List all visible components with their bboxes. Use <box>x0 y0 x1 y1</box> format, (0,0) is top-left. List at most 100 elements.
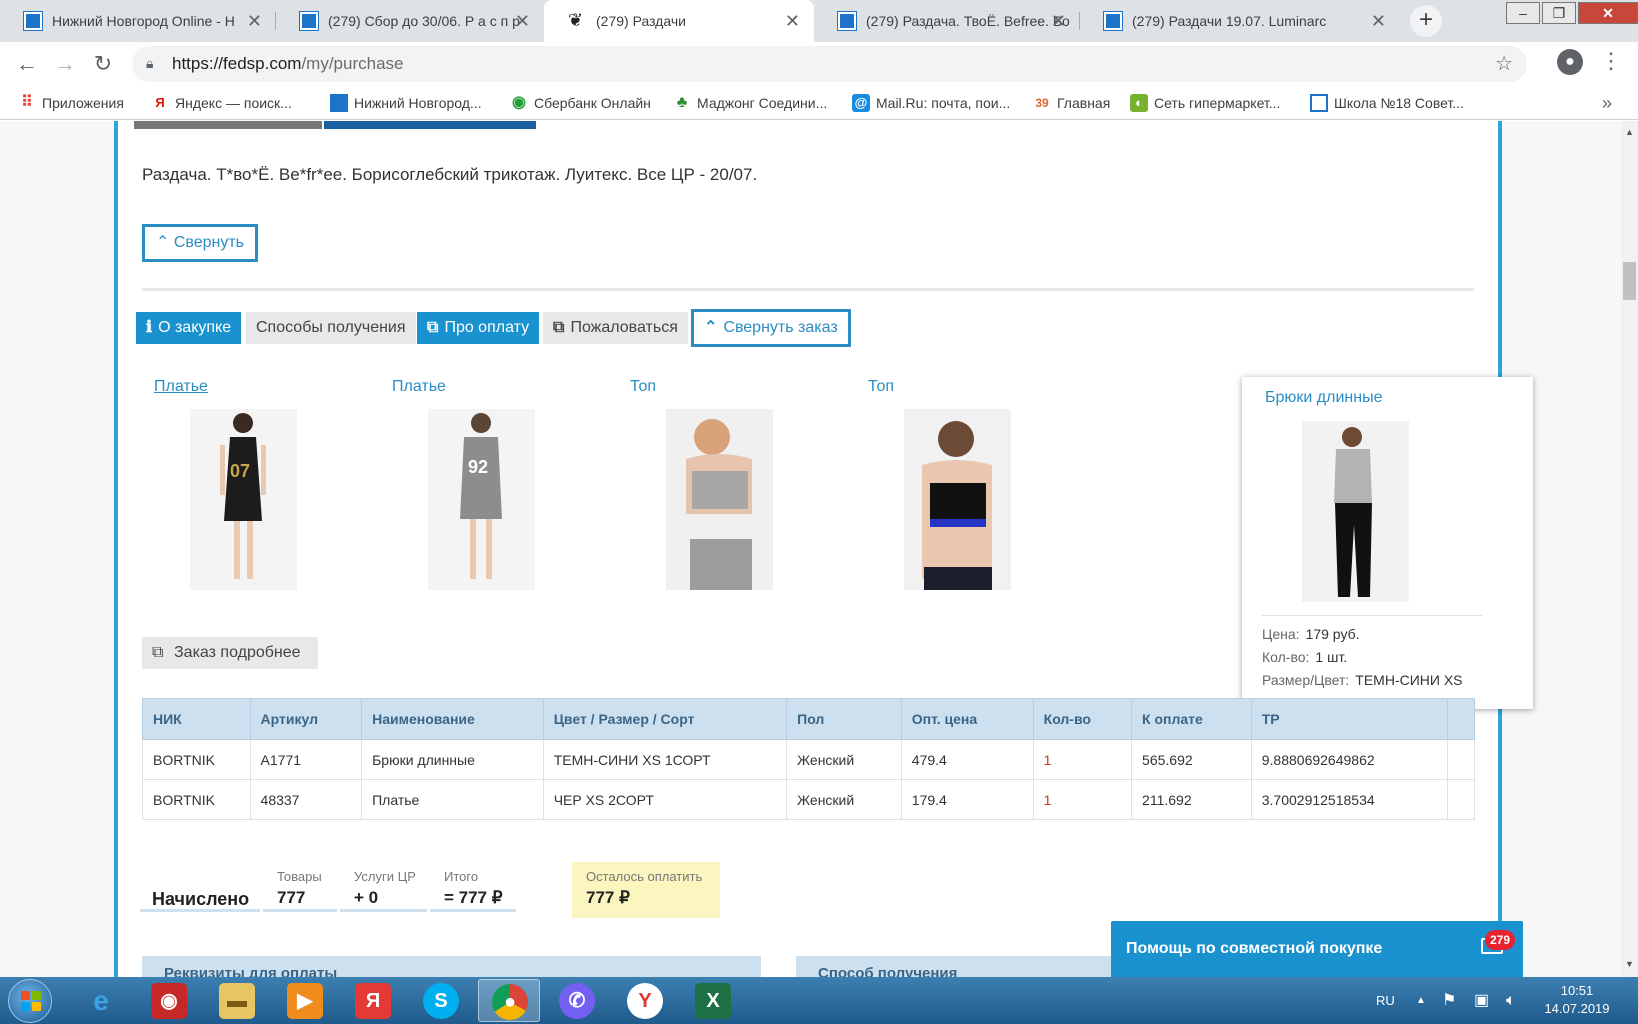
profile-avatar-icon[interactable]: ● <box>1557 49 1583 75</box>
bookmark-school[interactable]: Школа №18 Совет... <box>1310 86 1464 120</box>
column-header[interactable]: Артикул <box>249 698 363 740</box>
address-bar[interactable]: 🔒︎ https://fedsp.com/my/purchase ☆ <box>132 46 1527 82</box>
product-photo[interactable]: 92 <box>428 409 535 590</box>
complain-label: Пожаловаться <box>570 319 678 336</box>
action-center-flag-icon[interactable]: ⚑ <box>1442 977 1456 1024</box>
product-photo[interactable] <box>904 409 1011 590</box>
page-viewport: Раздача. Т*во*Ё. Be*fr*ee. Борисоглебски… <box>0 121 1638 977</box>
product-name-link[interactable]: Топ <box>856 375 1096 399</box>
bookmark-hypermarket[interactable]: ◐ Сеть гипермаркет... <box>1130 86 1280 120</box>
taskbar-yandex-browser[interactable]: Y <box>614 979 676 1022</box>
product-card[interactable]: Топ <box>856 375 1096 590</box>
close-tab-icon[interactable]: ✕ <box>1051 0 1066 42</box>
product-name-link[interactable]: Топ <box>618 375 858 399</box>
start-button[interactable] <box>8 979 52 1023</box>
cell-article: A1771 <box>249 739 363 780</box>
column-header[interactable]: Наименование <box>361 698 544 740</box>
column-header[interactable]: Пол <box>786 698 902 740</box>
table-header-row: НИК Артикул Наименование Цвет / Размер /… <box>142 698 1476 740</box>
close-window-button[interactable]: ✕ <box>1578 2 1638 24</box>
column-header[interactable]: ТР <box>1250 698 1448 740</box>
language-indicator[interactable]: RU <box>1376 977 1395 1024</box>
back-arrow-icon[interactable]: ← <box>12 49 42 79</box>
cell-tr: 3.7002912518534 <box>1250 779 1448 820</box>
paw-favicon-icon: ❦ <box>568 10 584 30</box>
forward-arrow-icon[interactable]: → <box>50 49 80 79</box>
browser-tab-active[interactable]: ❦ (279) Раздачи ✕ <box>544 0 814 42</box>
product-card[interactable]: Топ <box>618 375 858 590</box>
taskbar-ie[interactable]: e <box>70 979 132 1022</box>
product-card[interactable]: Платье 92 <box>380 375 620 590</box>
taskbar-player[interactable]: ▶ <box>274 979 336 1022</box>
product-name-link[interactable]: Платье <box>142 375 382 399</box>
bookmark-yandex[interactable]: Я Яндекс — поиск... <box>151 86 292 120</box>
close-tab-icon[interactable]: ✕ <box>247 0 262 42</box>
menu-kebab-icon[interactable]: ⋮ <box>1600 48 1622 74</box>
tab-strip-fragment <box>324 121 536 129</box>
scroll-down-icon[interactable]: ▼ <box>1625 959 1634 969</box>
taskbar-yandex[interactable]: Я <box>342 979 404 1022</box>
taskbar-skype[interactable]: S <box>410 979 472 1022</box>
popup-price-row: Цена: 179 руб. <box>1262 626 1360 642</box>
system-clock[interactable]: 10:51 14.07.2019 <box>1540 982 1614 1018</box>
taskbar-app-red[interactable]: ◉ <box>138 979 200 1022</box>
url-text[interactable]: https://fedsp.com/my/purchase <box>172 46 404 82</box>
scroll-thumb[interactable] <box>1623 262 1636 300</box>
qty-label: Кол-во: <box>1262 649 1310 665</box>
help-widget[interactable]: Помощь по совместной покупке 279 <box>1111 921 1523 977</box>
browser-tab[interactable]: (279) Раздачи 19.07. Luminarc ✕ <box>1080 0 1400 42</box>
column-header[interactable]: Опт. цена <box>900 698 1034 740</box>
page-scrollbar[interactable]: ▲ ▼ <box>1621 121 1638 977</box>
new-tab-button[interactable]: + <box>1410 5 1442 37</box>
close-tab-icon[interactable]: ✕ <box>785 0 800 42</box>
bookmark-mahjong[interactable]: ♣ Маджонг Соедини... <box>673 86 828 120</box>
complain-button[interactable]: ⧉ Пожаловаться <box>543 312 688 344</box>
bookmark-main[interactable]: 39 Главная <box>1033 86 1110 120</box>
delivery-panel-header[interactable]: Способ получения <box>796 956 1116 977</box>
payment-info-button[interactable]: ⧉ Про оплату <box>417 312 540 344</box>
product-photo[interactable]: 07 <box>190 409 297 590</box>
column-header[interactable]: Кол-во <box>1032 698 1133 740</box>
bookmark-nn[interactable]: Нижний Новгород... <box>330 86 482 120</box>
bookmark-mailru[interactable]: @ Mail.Ru: почта, пои... <box>852 86 1010 120</box>
browser-tab[interactable]: (279) Сбор до 30/06. Р а с п р ✕ <box>276 0 544 42</box>
maximize-button[interactable]: ❐ <box>1542 2 1576 24</box>
requisites-panel-header[interactable]: Реквизиты для оплаты <box>142 956 761 977</box>
collapse-order-button[interactable]: ⌃ Свернуть заказ <box>691 309 851 347</box>
bookmarks-more-button[interactable]: » <box>1602 86 1612 120</box>
reload-icon[interactable]: ↻ <box>88 49 118 79</box>
minimize-button[interactable]: – <box>1506 2 1540 24</box>
bookmark-star-icon[interactable]: ☆ <box>1495 46 1513 82</box>
cell-color-size: ТЕМН-СИНИ XS 1СОРТ <box>542 739 788 780</box>
about-purchase-button[interactable]: ℹ О закупке <box>136 312 242 344</box>
taskbar-chrome[interactable]: ● <box>478 979 540 1022</box>
scroll-up-icon[interactable]: ▲ <box>1625 127 1634 137</box>
delivery-methods-button[interactable]: Способы получения <box>246 312 416 344</box>
browser-tab[interactable]: (279) Раздача. ТвоЁ. Befree. Бо ✕ <box>814 0 1080 42</box>
close-tab-icon[interactable]: ✕ <box>1371 0 1386 42</box>
popup-divider <box>1262 615 1482 616</box>
product-photo[interactable] <box>1302 421 1409 602</box>
order-details-button[interactable]: ⧉ Заказ подробнее <box>142 637 318 669</box>
close-tab-icon[interactable]: ✕ <box>515 0 530 42</box>
taskbar-excel[interactable]: X <box>682 979 744 1022</box>
bookmark-sberbank[interactable]: ◉ Сбербанк Онлайн <box>510 86 651 120</box>
bookmark-apps[interactable]: ⠿ Приложения <box>18 86 124 120</box>
product-name-link[interactable]: Брюки длинные <box>1265 389 1382 407</box>
summary-services: Услуги ЦР + 0 <box>340 862 427 912</box>
column-header[interactable]: Цвет / Размер / Сорт <box>542 698 788 740</box>
product-name-link[interactable]: Платье <box>380 375 620 399</box>
taskbar-viber[interactable]: ✆ <box>546 979 608 1022</box>
browser-tab[interactable]: Нижний Новгород Online - Н ✕ <box>0 0 276 42</box>
product-photo[interactable] <box>666 409 773 590</box>
taskbar-explorer[interactable]: ▬ <box>206 979 268 1022</box>
clock-date: 14.07.2019 <box>1544 1001 1610 1016</box>
tray-expand-icon[interactable]: ▲ <box>1416 977 1426 1024</box>
column-header[interactable]: К оплате <box>1131 698 1252 740</box>
product-card[interactable]: Платье 07 <box>142 375 382 590</box>
collapse-button[interactable]: ⌃ Свернуть <box>142 224 258 262</box>
lock-icon: 🔒︎ <box>146 55 154 71</box>
column-header[interactable]: НИК <box>142 698 251 740</box>
network-icon[interactable]: ▣ <box>1474 977 1489 1024</box>
volume-icon[interactable]: 🔈︎ <box>1506 977 1516 1024</box>
